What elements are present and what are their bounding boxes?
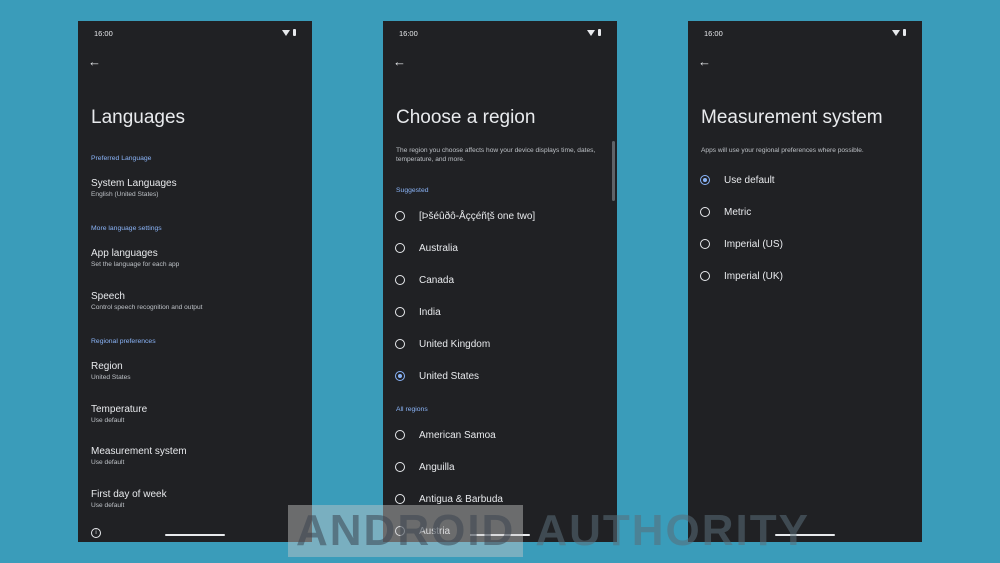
section-header-regional-preferences: Regional preferences: [91, 338, 156, 345]
radio-unselected-icon: [395, 307, 405, 317]
radio-unselected-icon: [395, 243, 405, 253]
radio-option-anguilla[interactable]: Anguilla: [395, 460, 455, 474]
page-description: The region you choose affects how your d…: [396, 147, 596, 163]
system-languages-item[interactable]: System Languages English (United States): [91, 178, 177, 198]
radio-unselected-icon: [395, 275, 405, 285]
region-item[interactable]: Region United States: [91, 361, 131, 381]
radio-option-imperial-us[interactable]: Imperial (US): [700, 237, 783, 251]
status-time: 16:00: [399, 29, 418, 38]
app-languages-subtitle: Set the language for each app: [91, 261, 180, 268]
watermark-authority: AUTHORITY: [535, 505, 810, 555]
section-header-preferred-language: Preferred Language: [91, 155, 152, 162]
first-day-of-week-subtitle: Use default: [91, 502, 125, 509]
region-title: Region: [91, 361, 123, 372]
radio-option-imperial-uk[interactable]: Imperial (UK): [700, 269, 783, 283]
radio-option-american-samoa[interactable]: American Samoa: [395, 428, 496, 442]
section-header-suggested: Suggested: [396, 187, 429, 194]
first-day-of-week-item[interactable]: First day of week Use default: [91, 489, 167, 509]
status-bar: 16:00: [704, 29, 906, 39]
radio-option-one-two[interactable]: [Þšéûðô-Åççéñţš one two]: [395, 209, 535, 223]
measurement-system-title: Measurement system: [91, 446, 187, 457]
page-title: Choose a region: [396, 107, 536, 128]
radio-option-label: Metric: [724, 206, 752, 218]
radio-unselected-icon: [395, 494, 405, 504]
radio-unselected-icon: [395, 462, 405, 472]
radio-option-united-states[interactable]: United States: [395, 369, 479, 383]
radio-option-label: India: [419, 306, 441, 318]
system-languages-subtitle: English (United States): [91, 191, 159, 198]
wifi-icon: [282, 29, 290, 36]
radio-unselected-icon: [395, 430, 405, 440]
radio-unselected-icon: [395, 339, 405, 349]
radio-option-label: United Kingdom: [419, 338, 491, 350]
radio-option-label: United States: [419, 370, 480, 382]
battery-icon: [598, 29, 601, 36]
measurement-system-subtitle: Use default: [91, 459, 125, 466]
app-languages-item[interactable]: App languages Set the language for each …: [91, 248, 179, 268]
radio-option-canada[interactable]: Canada: [395, 273, 454, 287]
status-time: 16:00: [704, 29, 723, 38]
info-icon[interactable]: i: [91, 528, 101, 538]
radio-option-label: American Samoa: [419, 429, 496, 441]
section-header-all-regions: All regions: [396, 406, 428, 413]
gesture-handle[interactable]: [165, 534, 225, 536]
system-languages-title: System Languages: [91, 178, 177, 189]
languages-screen: 16:00 ← Languages Preferred Language Sys…: [78, 21, 312, 542]
radio-option-metric[interactable]: Metric: [700, 205, 751, 219]
radio-option-australia[interactable]: Australia: [395, 241, 458, 255]
wifi-icon: [587, 29, 595, 36]
radio-option-label: Canada: [419, 274, 455, 286]
speech-item[interactable]: Speech Control speech recognition and ou…: [91, 291, 202, 311]
speech-subtitle: Control speech recognition and output: [91, 304, 203, 311]
battery-icon: [903, 29, 906, 36]
measurement-system-item[interactable]: Measurement system Use default: [91, 446, 187, 466]
radio-unselected-icon: [700, 271, 710, 281]
page-title: Measurement system: [701, 107, 883, 128]
radio-selected-icon: [395, 371, 405, 381]
measurement-system-screen: 16:00 ← Measurement system Apps will use…: [688, 21, 922, 542]
radio-option-label: Imperial (US): [724, 238, 783, 250]
radio-option-use-default[interactable]: Use default: [700, 173, 775, 187]
choose-region-screen: 16:00 ← Choose a region The region you c…: [383, 21, 617, 542]
first-day-of-week-title: First day of week: [91, 489, 167, 500]
radio-option-india[interactable]: India: [395, 305, 441, 319]
radio-selected-icon: [700, 175, 710, 185]
wifi-icon: [892, 29, 900, 36]
temperature-subtitle: Use default: [91, 417, 125, 424]
region-subtitle: United States: [91, 374, 131, 381]
watermark: ANDROID AUTHORITY: [288, 504, 810, 557]
radio-unselected-icon: [700, 239, 710, 249]
radio-option-label: Antigua & Barbuda: [419, 493, 503, 505]
app-languages-title: App languages: [91, 248, 158, 259]
radio-option-label: Australia: [419, 242, 458, 254]
radio-unselected-icon: [395, 211, 405, 221]
back-arrow-icon[interactable]: ←: [393, 55, 406, 69]
radio-option-united-kingdom[interactable]: United Kingdom: [395, 337, 490, 351]
speech-title: Speech: [91, 291, 125, 302]
radio-unselected-icon: [700, 207, 710, 217]
status-time: 16:00: [94, 29, 113, 38]
radio-option-label: [Þšéûðô-Åççéñţš one two]: [419, 210, 536, 222]
temperature-title: Temperature: [91, 404, 148, 415]
scrollbar[interactable]: [612, 141, 615, 201]
page-title: Languages: [91, 107, 186, 128]
back-arrow-icon[interactable]: ←: [88, 55, 101, 69]
page-description: Apps will use your regional preferences …: [701, 147, 864, 154]
section-header-more-language-settings: More language settings: [91, 225, 162, 232]
battery-icon: [293, 29, 296, 36]
radio-option-label: Use default: [724, 174, 775, 186]
watermark-android: ANDROID: [288, 504, 524, 557]
temperature-item[interactable]: Temperature Use default: [91, 404, 147, 424]
back-arrow-icon[interactable]: ←: [698, 55, 711, 69]
radio-option-label: Imperial (UK): [724, 270, 783, 282]
radio-option-label: Anguilla: [419, 461, 455, 473]
status-bar: 16:00: [94, 29, 296, 39]
status-bar: 16:00: [399, 29, 601, 39]
